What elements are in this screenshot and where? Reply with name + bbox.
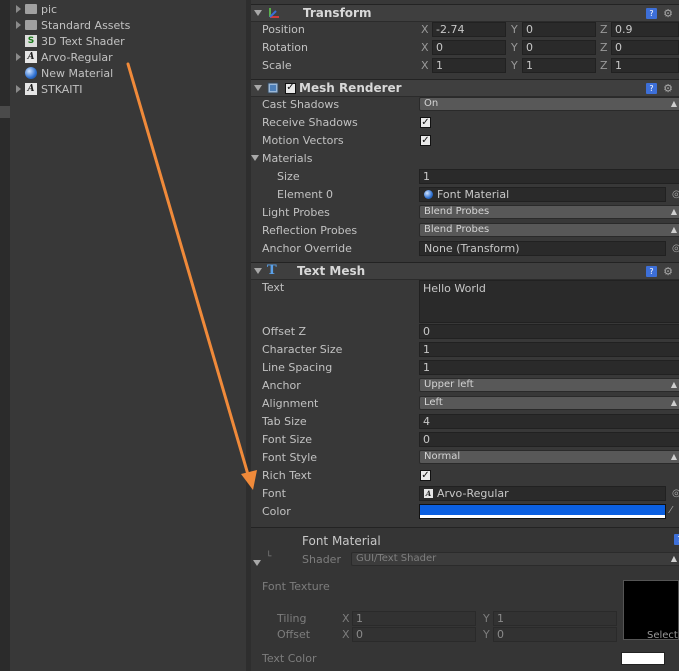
annotation-arrow <box>126 62 257 490</box>
